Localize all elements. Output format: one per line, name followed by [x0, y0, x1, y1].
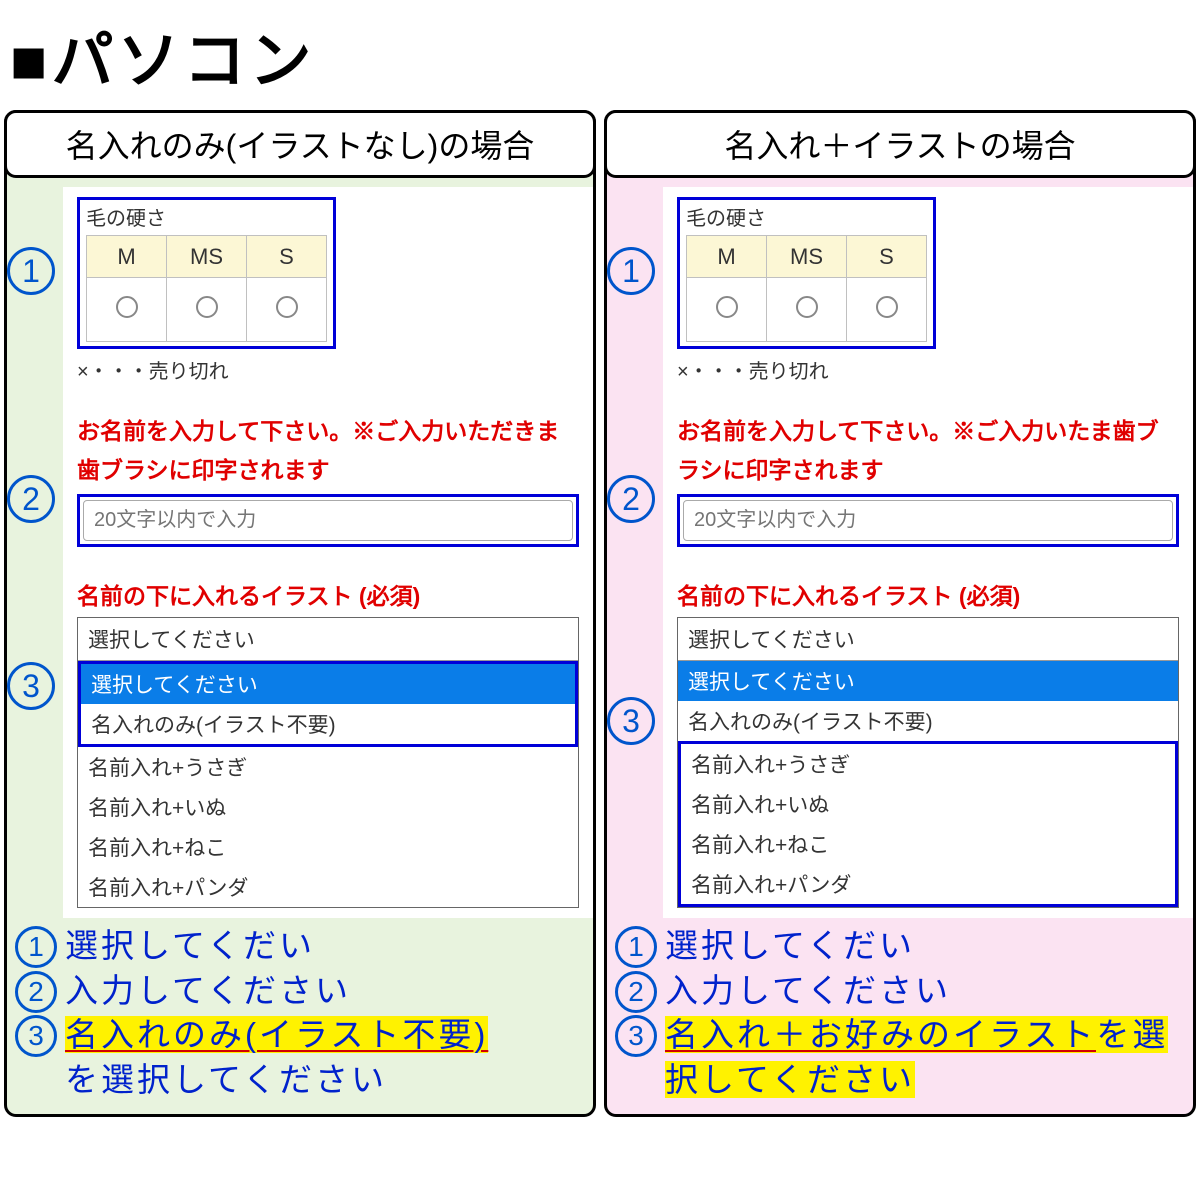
name-input-frame [77, 494, 579, 547]
name-instruction: お名前を入力して下さい。※ご入力いたま歯ブラシに印字されます [677, 412, 1179, 490]
name-input[interactable] [83, 500, 573, 541]
instruction-badge-1: 1 [615, 926, 657, 968]
bottom-instructions: 1 選択してくだい 2 入力してください 3 名入れのみ(イラスト不要) を選択し… [7, 918, 593, 1110]
instruction-badge-2: 2 [15, 971, 57, 1013]
hardness-radio-ms[interactable] [767, 278, 847, 342]
dropdown-option[interactable]: 選択してください [678, 661, 1178, 701]
step-badge-3: 3 [607, 697, 655, 745]
instruction-3-highlight: 名入れ＋お好みのイラスト [665, 1016, 1096, 1053]
hardness-radio-ms[interactable] [167, 278, 247, 342]
hardness-table: M MS S [686, 235, 927, 342]
dropdown-highlight-frame: 名前入れ+うさぎ 名前入れ+いぬ 名前入れ+ねこ 名前入れ+パンダ [678, 741, 1178, 907]
hardness-frame: 毛の硬さ M MS S [677, 197, 936, 349]
name-instruction: お名前を入力して下さい。※ご入力いただきま歯ブラシに印字されます [77, 412, 579, 490]
instruction-badge-2: 2 [615, 971, 657, 1013]
step-badge-1: 1 [7, 247, 55, 295]
dropdown-selected[interactable]: 選択してください [78, 618, 578, 661]
dropdown-option[interactable]: 名前入れ+いぬ [681, 784, 1175, 824]
instruction-3: 名入れ＋お好みのイラストを選択してください [665, 1013, 1189, 1102]
hardness-col-m: M [687, 236, 767, 278]
dropdown-option[interactable]: 名前入れ+ねこ [78, 827, 578, 867]
hardness-radio-s[interactable] [847, 278, 927, 342]
hardness-col-m: M [87, 236, 167, 278]
instruction-badge-3: 3 [15, 1015, 57, 1057]
hardness-label: 毛の硬さ [686, 202, 927, 231]
dropdown-option[interactable]: 名前入れ+パンダ [681, 864, 1175, 904]
page-title: ■パソコン [0, 0, 1200, 110]
step-badge-1: 1 [607, 247, 655, 295]
instruction-2: 入力してください [65, 969, 589, 1014]
step-badge-2: 2 [7, 475, 55, 523]
dropdown-option[interactable]: 名入れのみ(イラスト不要) [678, 701, 1178, 741]
instruction-badge-1: 1 [15, 926, 57, 968]
hardness-frame: 毛の硬さ M MS S [77, 197, 336, 349]
instruction-1: 選択してくだい [65, 924, 589, 969]
right-column-header: 名入れ＋イラストの場合 [604, 110, 1196, 178]
step-badge-3: 3 [7, 662, 55, 710]
hardness-radio-m[interactable] [687, 278, 767, 342]
instruction-3: 名入れのみ(イラスト不要) を選択してください [65, 1013, 589, 1102]
left-column: 名入れのみ(イラストなし)の場合 1 2 3 毛の硬さ M MS S [4, 110, 596, 1117]
left-column-header: 名入れのみ(イラストなし)の場合 [4, 110, 596, 178]
hardness-col-ms: MS [767, 236, 847, 278]
instruction-3-tail: を選択してください [65, 1061, 387, 1098]
illustration-label: 名前の下に入れるイラスト (必須) [677, 577, 1179, 611]
hardness-label: 毛の硬さ [86, 202, 327, 231]
hardness-col-ms: MS [167, 236, 247, 278]
hardness-radio-s[interactable] [247, 278, 327, 342]
name-input[interactable] [683, 500, 1173, 541]
illustration-label: 名前の下に入れるイラスト (必須) [77, 577, 579, 611]
instruction-2: 入力してください [665, 969, 1189, 1014]
illustration-dropdown[interactable]: 選択してください 選択してください 名入れのみ(イラスト不要) 名前入れ+うさぎ… [77, 617, 579, 908]
hardness-col-s: S [847, 236, 927, 278]
instruction-3-highlight: 名入れのみ(イラスト不要) [65, 1016, 488, 1053]
soldout-note: ×・・・売り切れ [77, 355, 579, 384]
bottom-instructions: 1 選択してくだい 2 入力してください 3 名入れ＋お好みのイラストを選択して… [607, 918, 1193, 1110]
dropdown-option[interactable]: 名前入れ+ねこ [681, 824, 1175, 864]
hardness-radio-m[interactable] [87, 278, 167, 342]
dropdown-option[interactable]: 名前入れ+パンダ [78, 867, 578, 907]
dropdown-option[interactable]: 選択してください [81, 664, 575, 704]
dropdown-option[interactable]: 名入れのみ(イラスト不要) [81, 704, 575, 744]
instruction-badge-3: 3 [615, 1015, 657, 1057]
name-input-frame [677, 494, 1179, 547]
right-column: 名入れ＋イラストの場合 1 2 3 毛の硬さ M MS S [604, 110, 1196, 1117]
step-badge-2: 2 [607, 475, 655, 523]
hardness-table: M MS S [86, 235, 327, 342]
dropdown-option[interactable]: 名前入れ+いぬ [78, 787, 578, 827]
instruction-1: 選択してくだい [665, 924, 1189, 969]
soldout-note: ×・・・売り切れ [677, 355, 1179, 384]
dropdown-option[interactable]: 名前入れ+うさぎ [78, 747, 578, 787]
dropdown-highlight-frame: 選択してください 名入れのみ(イラスト不要) [78, 661, 578, 747]
dropdown-selected[interactable]: 選択してください [678, 618, 1178, 661]
dropdown-option[interactable]: 名前入れ+うさぎ [681, 744, 1175, 784]
illustration-dropdown[interactable]: 選択してください 選択してください 名入れのみ(イラスト不要) 名前入れ+うさぎ… [677, 617, 1179, 908]
hardness-col-s: S [247, 236, 327, 278]
